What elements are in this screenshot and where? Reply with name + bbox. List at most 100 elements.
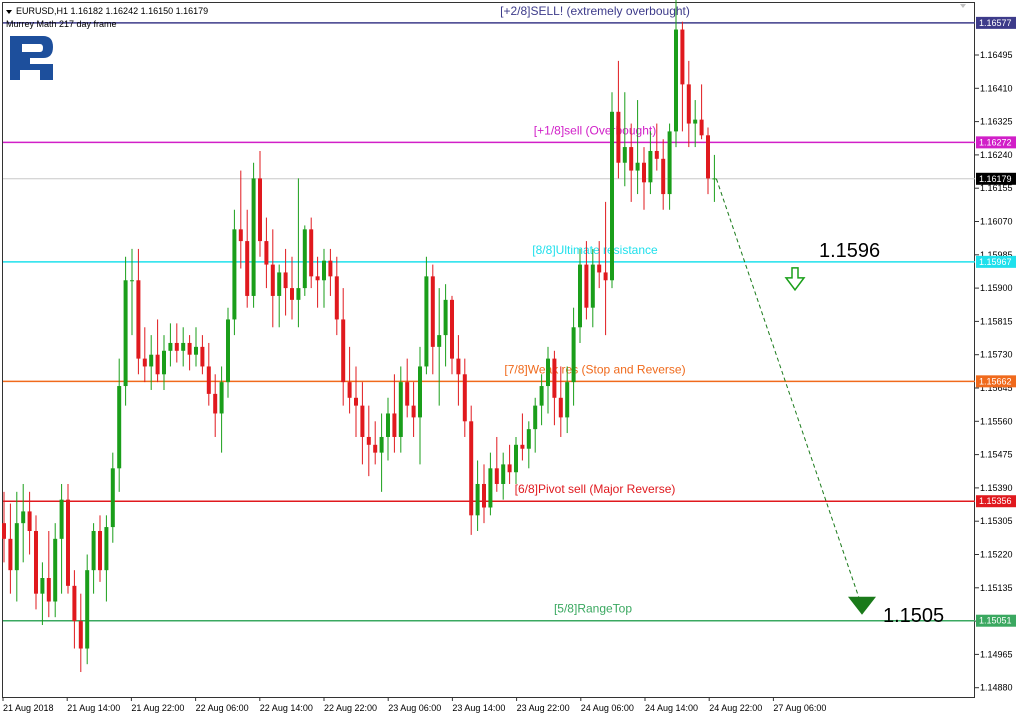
candle-body xyxy=(578,264,582,328)
candle-body xyxy=(78,621,83,649)
candle-body xyxy=(597,264,602,273)
forecast-label-upper: 1.1596 xyxy=(819,240,880,262)
candle-body xyxy=(552,358,557,398)
candle-body xyxy=(520,444,525,449)
price-axis-label: 1.16070 xyxy=(980,217,1013,227)
candle-body xyxy=(558,397,563,418)
candle-body xyxy=(213,393,218,414)
symbol-info: EURUSD,H1 1.16182 1.16242 1.16150 1.1617… xyxy=(16,6,208,16)
candle-body xyxy=(411,405,416,418)
price-chart[interactable]: [+2/8]SELL! (extremely overbought)[+1/8]… xyxy=(0,0,1019,719)
candle-body xyxy=(354,397,358,406)
candle-body xyxy=(603,272,608,281)
time-axis-label: 21 Aug 22:00 xyxy=(131,703,184,713)
forecast-label-lower: 1.1505 xyxy=(883,605,944,627)
murrey-level-label-six: [6/8]Pivot sell (Major Reverse) xyxy=(515,482,676,496)
level-price-tag-text: 1.15967 xyxy=(979,257,1012,267)
candle-body xyxy=(283,272,288,289)
candle-body xyxy=(482,483,486,508)
candle-body xyxy=(72,585,77,622)
candle-body xyxy=(546,358,550,387)
candle-body xyxy=(443,299,448,336)
candle-body xyxy=(226,319,230,383)
candle-body xyxy=(155,354,160,375)
candle-body xyxy=(302,229,307,289)
candle-body xyxy=(264,241,269,265)
price-axis-label: 1.15220 xyxy=(980,550,1013,560)
price-axis-label: 1.14880 xyxy=(980,683,1013,693)
candle-body xyxy=(622,147,627,163)
price-axis-label: 1.16240 xyxy=(980,150,1013,160)
price-axis-label: 1.16495 xyxy=(980,50,1013,60)
candle-body xyxy=(290,288,294,300)
candle-body xyxy=(398,382,403,437)
candle-body xyxy=(405,382,410,406)
candle-body xyxy=(328,260,333,277)
time-axis-label: 21 Aug 2018 xyxy=(3,703,54,713)
candle-body xyxy=(686,84,691,124)
price-axis-label: 1.15390 xyxy=(980,483,1013,493)
time-axis-label: 23 Aug 22:00 xyxy=(517,703,570,713)
candle-body xyxy=(104,527,109,571)
candle-body xyxy=(488,468,493,508)
candle-body xyxy=(136,280,141,359)
price-axis-label: 1.14965 xyxy=(980,649,1013,659)
candle-body xyxy=(418,366,422,418)
price-axis-label: 1.15730 xyxy=(980,350,1013,360)
candle-body xyxy=(610,111,614,281)
candle-body xyxy=(40,578,45,594)
price-axis-label: 1.15305 xyxy=(980,516,1013,526)
time-axis-label: 22 Aug 14:00 xyxy=(260,703,313,713)
candle-body xyxy=(270,264,275,296)
candle-body xyxy=(706,135,710,179)
candle-body xyxy=(206,366,211,394)
time-axis-label: 22 Aug 22:00 xyxy=(324,703,377,713)
candle-body xyxy=(334,276,339,320)
candle-body xyxy=(315,276,320,281)
candle-body xyxy=(667,131,672,195)
time-axis-label: 23 Aug 14:00 xyxy=(452,703,505,713)
candle-body xyxy=(629,147,634,171)
candle-body xyxy=(475,483,480,516)
candle-body xyxy=(590,264,595,308)
candle-body xyxy=(366,436,371,445)
level-price-tag-text: 1.15051 xyxy=(979,616,1012,626)
current-price-tag-text: 1.16179 xyxy=(979,174,1012,184)
candle-body xyxy=(430,276,435,347)
candle-body xyxy=(187,342,192,355)
candle-body xyxy=(130,280,134,282)
candle-body xyxy=(2,523,6,539)
candle-body xyxy=(424,276,429,367)
candle-body xyxy=(648,150,653,183)
candle-body xyxy=(232,229,237,320)
candle-body xyxy=(526,429,531,449)
price-axis-label: 1.15135 xyxy=(980,583,1013,593)
candle-body xyxy=(219,382,224,414)
candle-body xyxy=(712,178,717,180)
candle-body xyxy=(85,570,90,649)
candle-body xyxy=(98,530,102,571)
candle-body xyxy=(437,335,442,347)
murrey-level-label-plus2: [+2/8]SELL! (extremely overbought) xyxy=(500,4,690,18)
time-axis-label: 24 Aug 14:00 xyxy=(645,703,698,713)
candle-body xyxy=(379,436,384,453)
candle-body xyxy=(91,530,96,571)
price-axis-label: 1.16325 xyxy=(980,117,1013,127)
candle-body xyxy=(174,342,179,351)
candle-body xyxy=(616,111,621,163)
candle-body xyxy=(507,464,512,473)
time-axis-label: 24 Aug 06:00 xyxy=(581,703,634,713)
candle-body xyxy=(296,288,301,300)
candle-body xyxy=(258,178,262,242)
candle-body xyxy=(341,319,346,383)
candle-body xyxy=(501,464,506,484)
murrey-level-label-five: [5/8]RangeTop xyxy=(554,602,632,616)
candle-body xyxy=(347,382,352,398)
candle-body xyxy=(571,327,576,383)
candle-body xyxy=(373,444,378,453)
candle-body xyxy=(34,530,38,594)
candle-body xyxy=(162,350,166,375)
candle-body xyxy=(654,150,659,159)
candle-body xyxy=(14,523,19,571)
candle-body xyxy=(59,499,64,539)
